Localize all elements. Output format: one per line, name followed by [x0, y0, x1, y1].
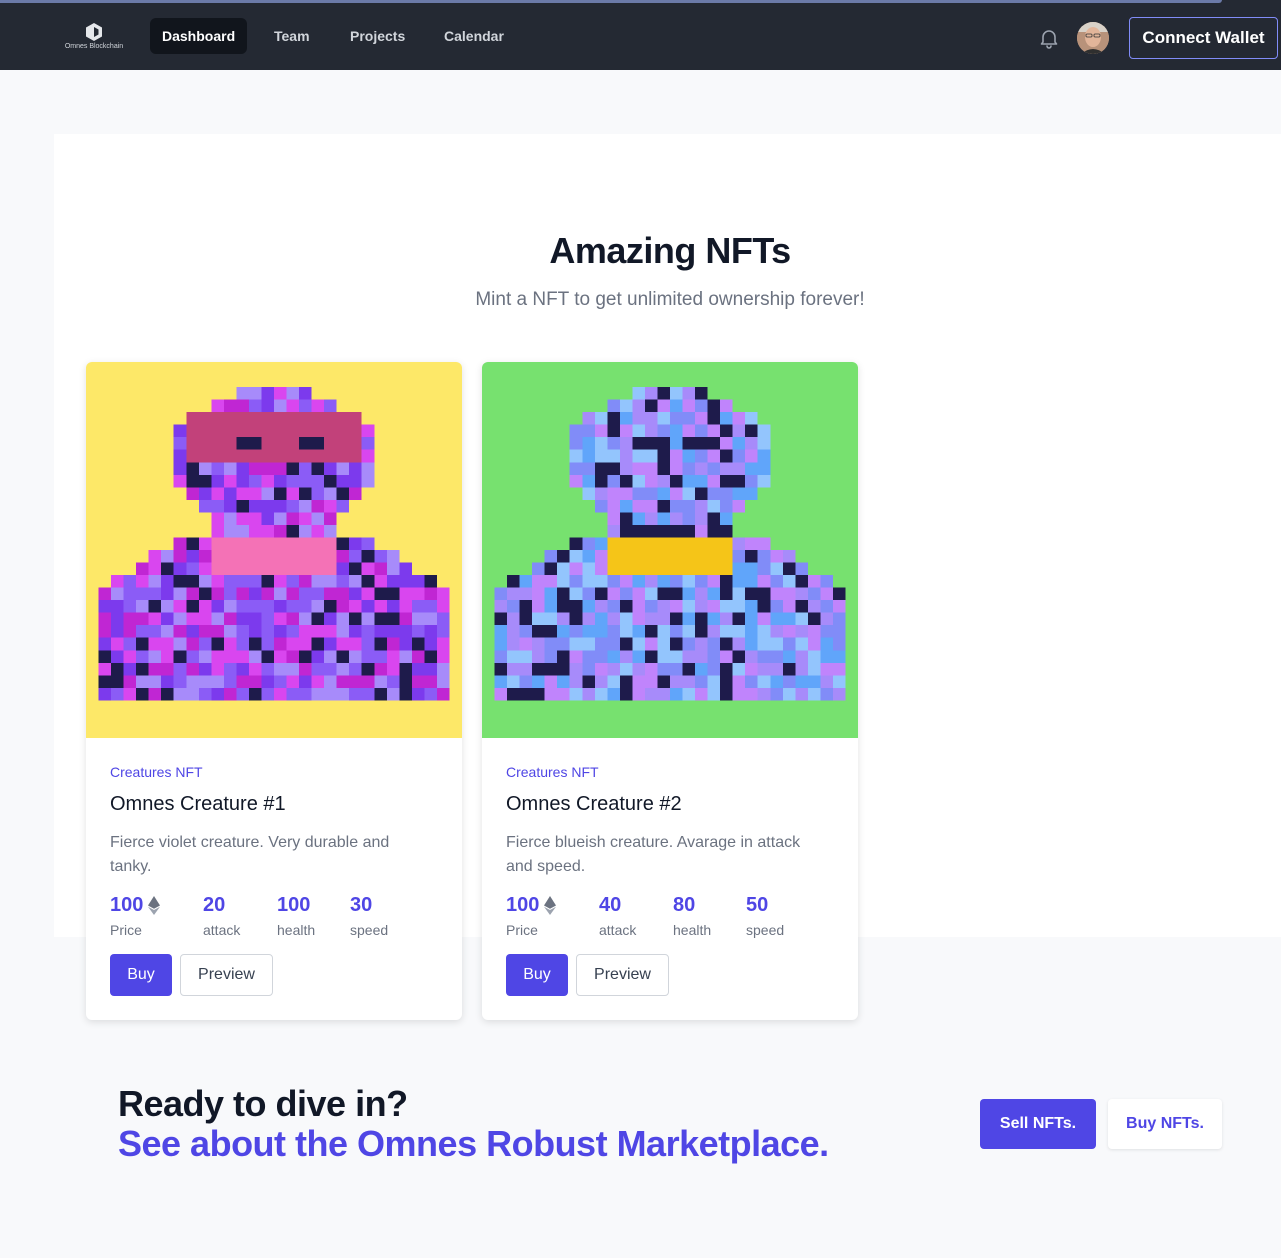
ethereum-icon	[148, 895, 161, 915]
stat-value: 30	[350, 893, 373, 916]
card-category: Creatures NFT	[110, 764, 203, 780]
buy-button[interactable]: Buy	[506, 954, 568, 996]
card-title: Omnes Creature #1	[110, 793, 286, 815]
pixel-creature-art	[86, 362, 462, 738]
card-category: Creatures NFT	[506, 764, 599, 780]
stat-label: speed	[746, 922, 785, 938]
stat-label: attack	[203, 922, 241, 938]
stat-value: 50	[746, 893, 769, 916]
nft-image-1[interactable]	[86, 362, 462, 738]
page-title: Amazing NFTs	[549, 230, 791, 271]
card-title: Omnes Creature #2	[506, 793, 682, 815]
stat-attack: 40 attack	[599, 893, 637, 939]
cta-heading: Ready to dive in?	[118, 1083, 408, 1124]
nft-card-1[interactable]: Creatures NFT Omnes Creature #1 Fierce v…	[86, 362, 462, 1020]
nav-team[interactable]: Team	[262, 18, 322, 54]
card-description: Fierce violet creature. Very durable and…	[110, 834, 390, 875]
top-progress-line	[0, 0, 1222, 3]
pixel-creature-art	[482, 362, 858, 738]
stat-attack: 20 attack	[203, 893, 241, 939]
card-description: Fierce blueish creature. Avarage in atta…	[506, 834, 801, 875]
page-subtitle: Mint a NFT to get unlimited ownership fo…	[475, 289, 865, 310]
brand-logo[interactable]: Omnes Blockchain	[64, 20, 124, 54]
preview-button[interactable]: Preview	[180, 954, 273, 996]
logo-text: Omnes Blockchain	[64, 43, 124, 50]
stat-value: 40	[599, 893, 622, 916]
nav-calendar[interactable]: Calendar	[432, 18, 516, 54]
ethereum-icon	[544, 895, 557, 915]
stat-label: health	[673, 922, 712, 938]
buy-button[interactable]: Buy	[110, 954, 172, 996]
stat-speed: 50 speed	[746, 893, 785, 939]
nft-card-2[interactable]: Creatures NFT Omnes Creature #2 Fierce b…	[482, 362, 858, 1020]
stat-price: 100 Price	[506, 893, 557, 938]
stat-label: Price	[506, 922, 538, 938]
price-value: 100	[506, 893, 540, 916]
preview-button[interactable]: Preview	[576, 954, 669, 996]
sell-nfts-button[interactable]: Sell NFTs.	[980, 1099, 1096, 1149]
stat-health: 100 health	[277, 893, 316, 939]
stat-price: 100 Price	[110, 893, 161, 938]
connect-wallet-button[interactable]: Connect Wallet	[1129, 17, 1278, 59]
nav-dashboard[interactable]: Dashboard	[150, 18, 248, 54]
stat-label: speed	[350, 922, 389, 938]
nft-image-2[interactable]	[482, 362, 858, 738]
nav-projects[interactable]: Projects	[338, 18, 417, 54]
buy-nfts-button[interactable]: Buy NFTs.	[1108, 1099, 1222, 1149]
stat-value: 20	[203, 893, 226, 916]
bell-icon[interactable]	[1037, 26, 1061, 50]
stat-health: 80 health	[673, 893, 712, 939]
stat-value: 80	[673, 893, 696, 916]
stat-label: Price	[110, 922, 142, 938]
price-value: 100	[110, 893, 144, 916]
stat-label: attack	[599, 922, 637, 938]
stat-speed: 30 speed	[350, 893, 389, 939]
cta-subheading: See about the Omnes Robust Marketplace.	[118, 1123, 829, 1164]
logo-icon	[86, 23, 102, 41]
top-navbar: Omnes Blockchain Dashboard Team Projects…	[0, 0, 1281, 70]
stat-value: 100	[277, 893, 311, 916]
user-avatar[interactable]	[1077, 22, 1109, 54]
stat-label: health	[277, 922, 316, 938]
